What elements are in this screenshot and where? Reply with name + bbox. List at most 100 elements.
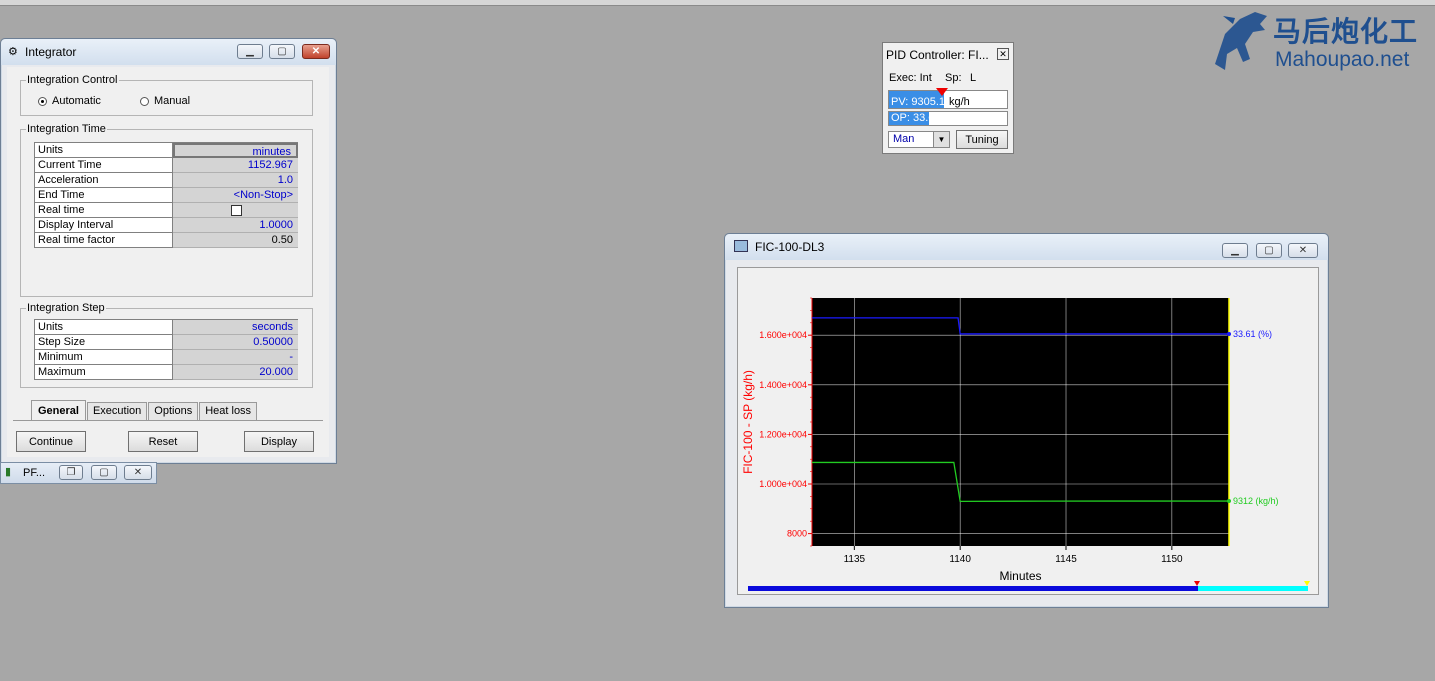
pid-mode-select[interactable]: Man ▼ <box>888 131 950 148</box>
units-value[interactable]: minutes <box>173 143 298 158</box>
integrator-title: Integrator <box>25 45 77 59</box>
grid-row[interactable]: End Time <Non-Stop> <box>34 188 298 203</box>
chevron-down-icon[interactable]: ▼ <box>933 132 949 147</box>
reset-button[interactable]: Reset <box>128 431 198 452</box>
step-units-value[interactable]: seconds <box>173 320 298 335</box>
row-label: Units <box>34 320 173 335</box>
grid-row[interactable]: Maximum 20.000 <box>34 365 298 380</box>
grid-row[interactable]: Step Size 0.50000 <box>34 335 298 350</box>
tab-options[interactable]: Options <box>148 402 199 420</box>
trend-history-bar <box>748 586 1198 591</box>
pid-title: PID Controller: FI... <box>886 48 989 62</box>
grid-row[interactable]: Units minutes <box>34 143 298 158</box>
grid-row[interactable]: Real time factor 0.50 <box>34 233 298 248</box>
x-tick-label: 1140 <box>949 554 971 565</box>
pid-sp-label: Sp: <box>945 72 962 84</box>
x-tick-label: 1145 <box>1055 554 1077 565</box>
tuning-button[interactable]: Tuning <box>956 130 1008 149</box>
pf-window-icon: ▮ <box>5 466 12 478</box>
op-end-marker <box>1227 331 1231 336</box>
row-label: Current Time <box>34 158 173 173</box>
y-tick-label: 1.200e+004 <box>759 429 807 439</box>
pid-mode-value: Man <box>893 133 915 145</box>
integration-time-label: Integration Time <box>26 123 107 135</box>
current-time-value[interactable]: 1152.967 <box>173 158 298 173</box>
integration-time-group: Integration Time Units minutes Current Ti… <box>20 123 313 297</box>
real-time-value[interactable] <box>173 203 298 218</box>
pf-minimized-window[interactable]: ▮ PF... ❐ ▢ ✕ <box>0 462 157 484</box>
maximize-button[interactable]: ▢ <box>269 44 295 59</box>
x-tick-label: 1135 <box>844 554 866 565</box>
automatic-radio[interactable]: Automatic <box>38 95 101 107</box>
manual-radio-label: Manual <box>154 95 191 107</box>
integrator-tabs: General Execution Options Heat loss <box>31 400 258 420</box>
trend-title: FIC-100-DL3 <box>755 240 825 254</box>
grid-row[interactable]: Current Time 1152.967 <box>34 158 298 173</box>
trend-client: 1135 1140 1145 1150 8000 1.000e+004 1.200e+004… <box>737 267 1319 595</box>
continue-button[interactable]: Continue <box>16 431 86 452</box>
tab-execution[interactable]: Execution <box>86 402 148 420</box>
radio-unselected-icon <box>140 96 149 106</box>
integration-step-group: Integration Step Units seconds Step Size 0… <box>20 302 313 388</box>
pf-title: PF... <box>23 467 46 479</box>
y-tick-label: 1.600e+004 <box>759 330 807 340</box>
y-tick-label: 8000 <box>787 529 807 539</box>
pid-pv-unit: kg/h <box>949 96 970 108</box>
integration-control-label: Integration Control <box>26 74 119 86</box>
step-size-value[interactable]: 0.50000 <box>173 335 298 350</box>
automatic-radio-label: Automatic <box>52 95 101 107</box>
trend-time-scrollbar[interactable] <box>748 581 1310 591</box>
grid-row[interactable]: Units seconds <box>34 320 298 335</box>
scroll-marker-icon <box>1194 581 1200 586</box>
pf-maximize-button[interactable]: ▢ <box>91 465 117 480</box>
integrator-titlebar[interactable]: ⚙ Integrator ▁ ▢ ✕ <box>1 39 336 65</box>
trend-chart[interactable]: 1135 1140 1145 1150 8000 1.000e+004 1.200e+004… <box>738 268 1318 594</box>
grid-row[interactable]: Acceleration 1.0 <box>34 173 298 188</box>
row-label: Units <box>34 143 173 158</box>
real-time-checkbox[interactable] <box>231 205 242 216</box>
display-interval-value[interactable]: 1.0000 <box>173 218 298 233</box>
grid-row[interactable]: Minimum - <box>34 350 298 365</box>
grid-row[interactable]: Real time <box>34 203 298 218</box>
trend-minimize-button[interactable]: ▁ <box>1222 243 1248 258</box>
integrator-window[interactable]: ⚙ Integrator ▁ ▢ ✕ Integration Control A… <box>0 38 337 464</box>
maximum-value[interactable]: 20.000 <box>173 365 298 380</box>
integrator-client: Integration Control Automatic Manual Int… <box>7 67 329 457</box>
tab-general[interactable]: General <box>31 400 86 420</box>
trend-window[interactable]: FIC-100-DL3 ▁ ▢ ✕ 1135 1140 1145 1150 8000 1.… <box>724 233 1329 608</box>
op-readout-label: 33.61 (%) <box>1233 329 1272 339</box>
tab-heat-loss[interactable]: Heat loss <box>199 402 258 420</box>
pid-controller-window[interactable]: PID Controller: FI... ✕ Exec: Int Sp: L … <box>882 42 1014 154</box>
pid-close-button[interactable]: ✕ <box>997 48 1009 60</box>
trend-titlebar[interactable]: FIC-100-DL3 ▁ ▢ ✕ <box>725 234 1328 260</box>
pid-sp-value: L <box>970 72 977 84</box>
y-tick-label: 1.400e+004 <box>759 380 807 390</box>
y-axis-label: FIC-100 - SP (kg/h) <box>741 370 755 474</box>
minimize-button[interactable]: ▁ <box>237 44 263 59</box>
end-time-value[interactable]: <Non-Stop> <box>173 188 298 203</box>
row-label: End Time <box>34 188 173 203</box>
pf-restore-button[interactable]: ❐ <box>59 465 83 480</box>
pid-pv-text: PV: 9305.1 <box>891 96 946 108</box>
manual-radio[interactable]: Manual <box>140 95 190 107</box>
logo-chinese-text: 马后炮化工 <box>1273 16 1419 47</box>
pv-readout-label: 9312 (kg/h) <box>1233 496 1279 506</box>
grid-row[interactable]: Display Interval 1.0000 <box>34 218 298 233</box>
minimum-value[interactable]: - <box>173 350 298 365</box>
acceleration-value[interactable]: 1.0 <box>173 173 298 188</box>
row-label: Minimum <box>34 350 173 365</box>
trend-window-icon <box>734 240 748 252</box>
watermark-logo: 马后炮化工 Mahoupao.net <box>1205 4 1433 82</box>
logo-english-text: Mahoupao.net <box>1275 48 1410 71</box>
pid-pv-field[interactable]: PV: 9305.1 kg/h <box>888 88 1008 109</box>
close-button[interactable]: ✕ <box>302 44 330 59</box>
x-tick-label: 1150 <box>1161 554 1183 565</box>
display-button[interactable]: Display <box>244 431 314 452</box>
trend-close-button[interactable]: ✕ <box>1288 243 1318 258</box>
pid-op-text: OP: 33.61 <box>891 112 941 124</box>
real-time-factor-value[interactable]: 0.50 <box>173 233 298 248</box>
pid-op-field[interactable]: OP: 33.61 <box>888 111 1008 126</box>
tab-separator <box>13 420 323 421</box>
trend-maximize-button[interactable]: ▢ <box>1256 243 1282 258</box>
pf-close-button[interactable]: ✕ <box>124 465 152 480</box>
